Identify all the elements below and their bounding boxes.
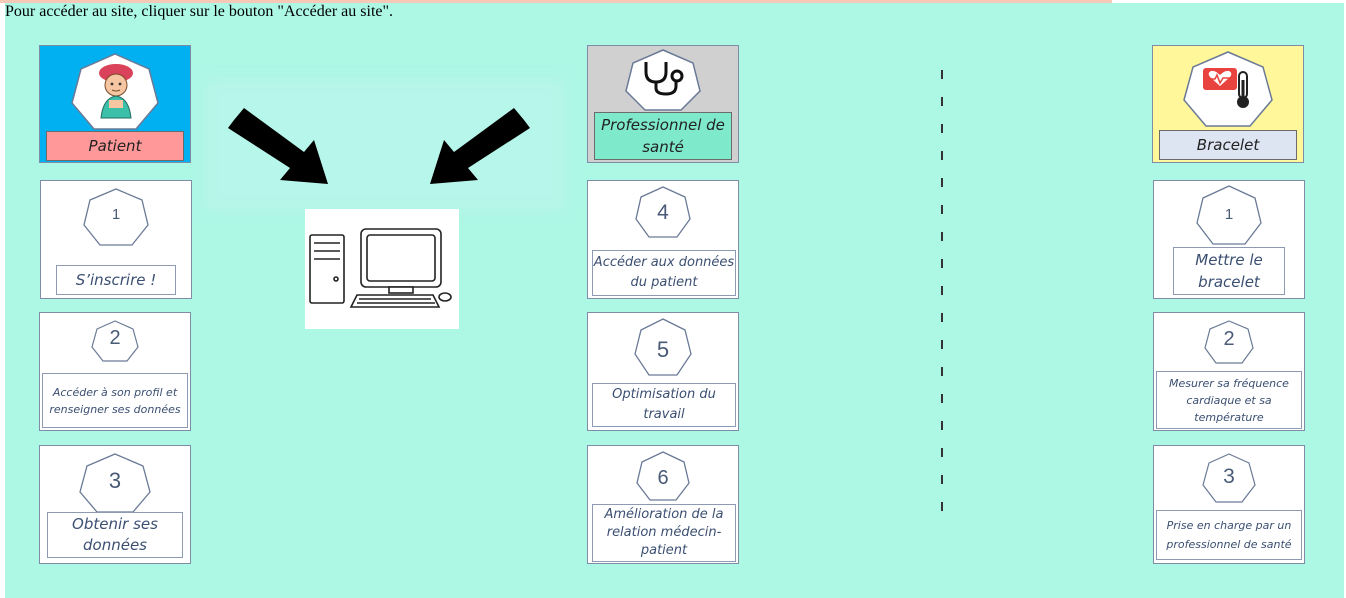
separator-dash [941,421,943,430]
step-label: Mettre le bracelet [1173,247,1285,295]
instruction-text: Pour accéder au site, cliquer sur le bou… [5,3,394,20]
step-label: Prise en charge par un professionnel de … [1156,510,1302,560]
step-label: S’inscrire ! [56,265,176,295]
patient-step-3-card[interactable]: 3 Obtenir ses données [39,445,191,564]
step-number: 2 [1223,328,1235,350]
separator-dash [941,340,943,349]
separator-dash [941,367,943,376]
step-number: 1 [1224,206,1234,223]
professional-step-6-card[interactable]: 6 Amélioration de la relation médecin-pa… [587,445,739,564]
professional-header-card[interactable]: Professionnel de santé [587,45,739,163]
bracelet-header-label: Bracelet [1159,130,1297,160]
step-number: 2 [109,327,121,349]
step-number: 3 [108,468,122,493]
separator-dash [941,502,943,511]
separator-dash [941,205,943,214]
professional-step-4-card[interactable]: 4 Accéder aux données du patient [587,180,739,299]
patient-step-1-card[interactable]: 1 S’inscrire ! [40,180,192,299]
separator-dash [941,286,943,295]
step-number: 4 [657,201,669,224]
arrow-down-right-icon [228,106,332,191]
patient-avatar-icon [91,60,141,122]
separator-dash [941,394,943,403]
arrow-down-left-icon [426,106,530,191]
professional-header-label: Professionnel de santé [594,112,732,160]
separator-dash [941,313,943,322]
bracelet-header-card[interactable]: Bracelet [1152,45,1304,163]
patient-header-label: Patient [46,131,184,161]
separator-dash [941,259,943,268]
stethoscope-icon [640,58,688,98]
professional-step-5-card[interactable]: 5 Optimisation du travail [587,312,739,431]
patient-header-card[interactable]: Patient [39,45,191,163]
separator-dash [941,97,943,106]
separator-dash [941,151,943,160]
step-label: Mesurer sa fréquence cardiaque et sa tem… [1156,371,1302,429]
step-label: Amélioration de la relation médecin-pati… [592,504,736,562]
patient-step-2-card[interactable]: 2 Accéder à son profil et renseigner ses… [39,312,191,431]
bracelet-step-3-card[interactable]: 3 Prise en charge par un professionnel d… [1153,445,1305,564]
separator-dash [941,475,943,484]
step-number: 6 [657,467,669,489]
bracelet-step-1-card[interactable]: 1 Mettre le bracelet [1153,180,1305,299]
step-number: 1 [111,206,121,223]
separator-dash [941,124,943,133]
heart-thermometer-icon [1201,64,1257,110]
separator-dash [941,70,943,79]
separator-dash [941,178,943,187]
separator-dash [941,232,943,241]
step-number: 3 [1223,465,1235,488]
desktop-computer-icon[interactable] [305,209,459,329]
bracelet-step-2-card[interactable]: 2 Mesurer sa fréquence cardiaque et sa t… [1153,312,1305,431]
step-number: 5 [656,337,670,362]
step-label: Accéder aux données du patient [592,250,736,296]
step-label: Accéder à son profil et renseigner ses d… [42,373,188,428]
step-label: Obtenir ses données [47,512,183,558]
step-label: Optimisation du travail [592,383,736,427]
separator-dash [941,448,943,457]
